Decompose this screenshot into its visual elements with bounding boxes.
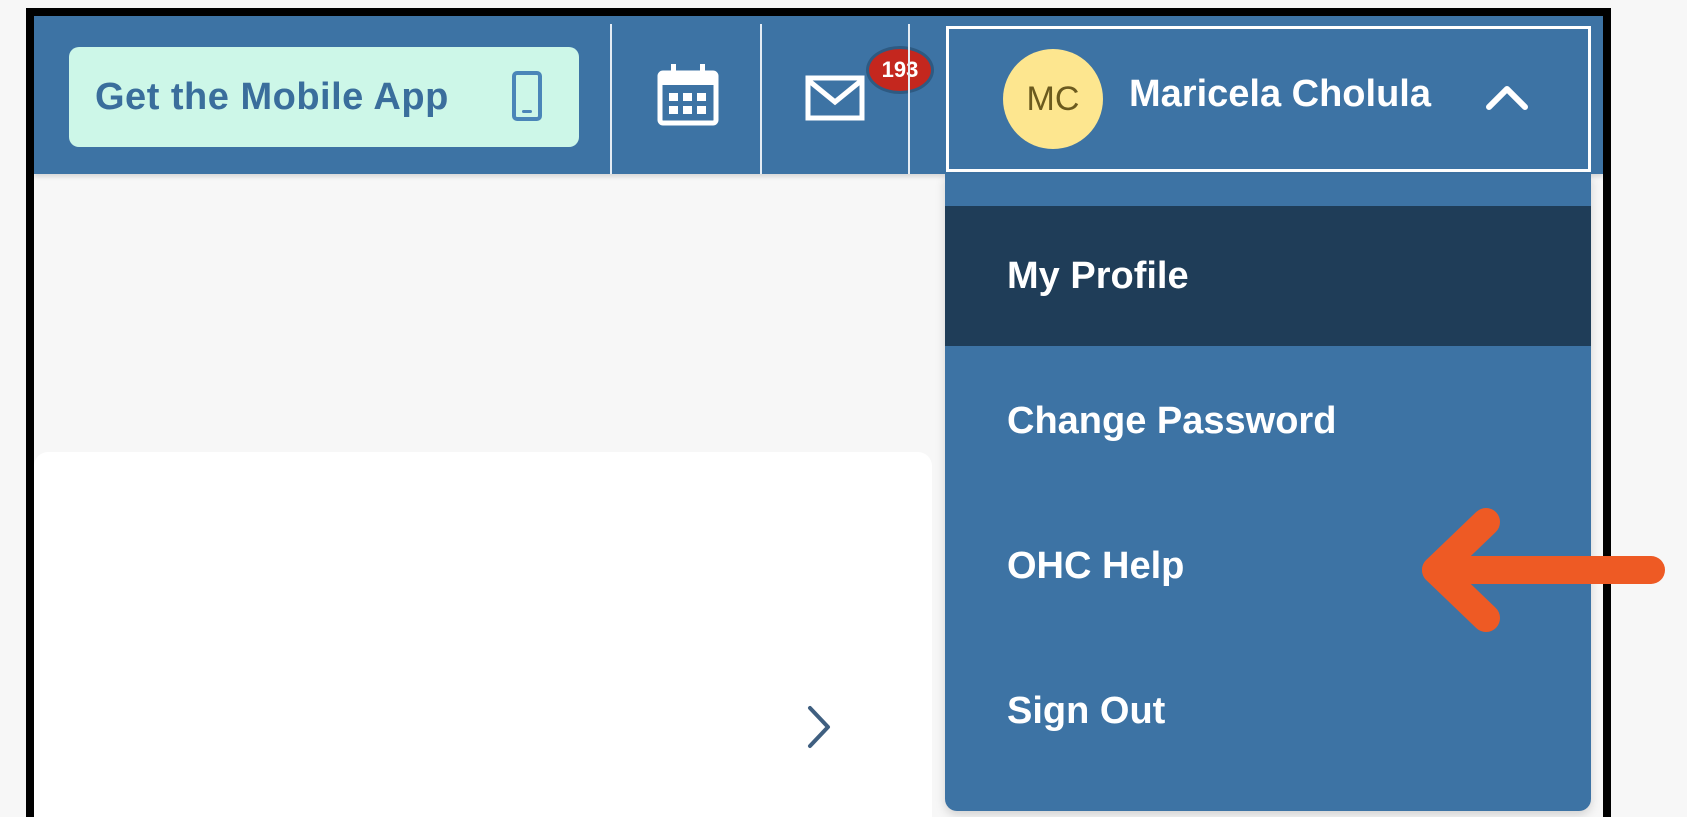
content-card — [34, 452, 932, 817]
get-mobile-app-button[interactable]: Get the Mobile App — [69, 47, 579, 147]
menu-item-label: My Profile — [1007, 254, 1189, 297]
menu-item-sign-out[interactable]: Sign Out — [945, 641, 1591, 781]
menu-item-label: Change Password — [1007, 399, 1337, 442]
calendar-button[interactable] — [654, 61, 722, 129]
mail-icon — [805, 75, 865, 121]
chevron-up-icon — [1486, 86, 1528, 110]
screenshot-canvas: Get the Mobile App 193 MC Maricela Cholu… — [0, 0, 1687, 817]
menu-item-my-profile[interactable]: My Profile — [945, 206, 1591, 346]
user-name: Maricela Cholula — [1129, 73, 1431, 115]
user-menu-toggle[interactable]: MC Maricela Cholula — [946, 26, 1591, 172]
notification-badge: 193 — [866, 46, 934, 94]
app-viewport: Get the Mobile App 193 MC Maricela Cholu… — [34, 16, 1603, 817]
mobile-phone-icon — [512, 71, 542, 121]
menu-item-label: Sign Out — [1007, 689, 1166, 732]
nav-divider — [908, 24, 910, 174]
avatar: MC — [1003, 49, 1103, 149]
screenshot-frame: Get the Mobile App 193 MC Maricela Cholu… — [26, 8, 1611, 817]
user-dropdown-menu: My Profile Change Password OHC Help Sign… — [945, 174, 1591, 811]
top-navigation-bar: Get the Mobile App 193 MC Maricela Cholu… — [34, 16, 1603, 174]
menu-item-label: OHC Help — [1007, 544, 1185, 587]
calendar-icon — [657, 64, 719, 126]
chevron-right-icon[interactable] — [804, 704, 834, 750]
get-mobile-app-label: Get the Mobile App — [95, 75, 449, 118]
nav-divider — [760, 24, 762, 174]
messages-button[interactable]: 193 — [804, 46, 934, 136]
arrow-left-icon — [1422, 508, 1665, 632]
menu-item-change-password[interactable]: Change Password — [945, 351, 1591, 491]
nav-divider — [610, 24, 612, 174]
